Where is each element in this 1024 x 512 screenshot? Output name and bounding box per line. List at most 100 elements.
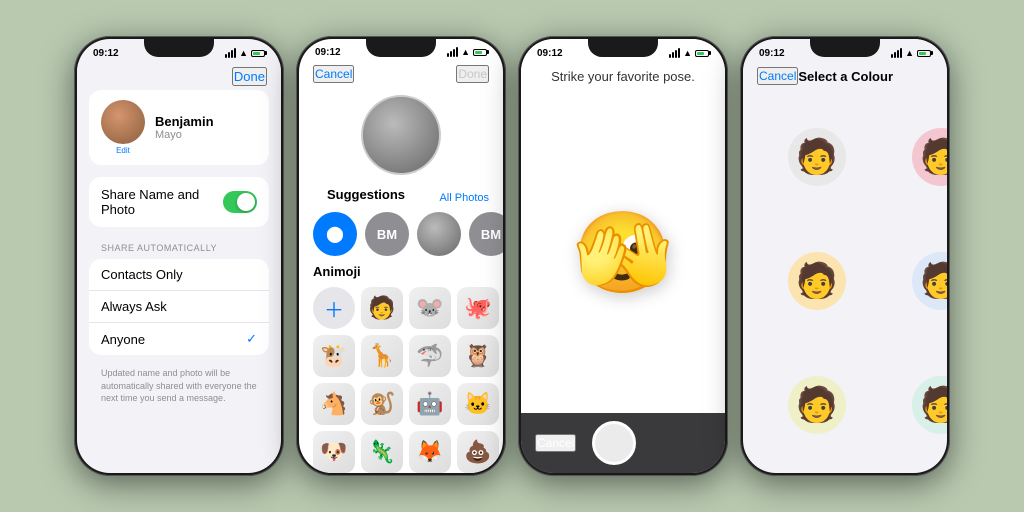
phone2-time: 09:12 xyxy=(315,47,341,58)
animoji-mouse[interactable]: 🐭 xyxy=(409,287,451,329)
checkmark-icon: ✓ xyxy=(246,331,257,347)
initials-suggestion-1[interactable]: BM xyxy=(365,212,409,256)
phone-1: 09:12 ▲ Done Edit xyxy=(74,36,284,476)
camera-icon: ⬤ xyxy=(326,224,344,244)
phone3-time: 09:12 xyxy=(537,48,563,59)
colour-item-4[interactable]: 🧑 xyxy=(883,223,947,339)
cancel-button[interactable]: Cancel xyxy=(757,67,798,85)
phone4-navbar: Cancel Select a Colour xyxy=(743,63,947,89)
avatar xyxy=(101,100,145,144)
animoji-owl[interactable]: 🦉 xyxy=(457,335,499,377)
memoji-head-1: 🧑 xyxy=(920,137,947,177)
list-section: Contacts Only Always Ask Anyone ✓ xyxy=(89,259,269,355)
phone3-screen: 09:12 ▲ Strike your favorite pose. 🫣 Can… xyxy=(521,39,725,473)
profile-sub: Mayo xyxy=(155,129,214,141)
camera-cancel-button[interactable]: Cancel xyxy=(535,434,576,452)
colour-circle-4: 🧑 xyxy=(912,252,947,310)
battery-icon xyxy=(917,50,931,57)
animoji-monkey[interactable]: 🐒 xyxy=(361,383,403,425)
colour-circle-3: 🧑 xyxy=(788,252,846,310)
phone1-status-icons: ▲ xyxy=(225,48,265,58)
share-row: Share Name and Photo xyxy=(89,177,269,227)
initials-suggestion-2[interactable]: BM xyxy=(469,212,503,256)
suggestions-title: Suggestions xyxy=(313,187,419,208)
profile-name: Benjamin xyxy=(155,114,214,129)
all-photos-link[interactable]: All Photos xyxy=(439,192,489,204)
select-colour-title: Select a Colour xyxy=(798,69,893,84)
signal-icon xyxy=(669,48,680,58)
battery-icon xyxy=(251,50,265,57)
signal-icon xyxy=(447,47,458,57)
memoji-head-7: 🧑 xyxy=(920,385,947,425)
colour-circle-0: 🧑 xyxy=(788,128,846,186)
animoji-memoji[interactable]: 🧑 xyxy=(361,287,403,329)
phone3-status-icons: ▲ xyxy=(669,48,709,58)
phone1-notch xyxy=(144,39,214,57)
animoji-robot[interactable]: 🤖 xyxy=(409,383,451,425)
animoji-cow[interactable]: 🐮 xyxy=(313,335,355,377)
colour-item-1[interactable]: 🧑 xyxy=(883,99,947,215)
animoji-shark[interactable]: 🦈 xyxy=(409,335,451,377)
avatar-large xyxy=(361,95,441,175)
anyone-label: Anyone xyxy=(101,332,145,347)
toggle-knob xyxy=(237,193,255,211)
battery-icon xyxy=(695,50,709,57)
phone2-navbar: Cancel Done xyxy=(299,61,503,87)
pose-area: 🫣 xyxy=(521,92,725,413)
shutter-button[interactable] xyxy=(592,421,636,465)
animoji-horse[interactable]: 🐴 xyxy=(313,383,355,425)
phone4-status-icons: ▲ xyxy=(891,48,931,58)
colour-item-7[interactable]: 🧑 xyxy=(883,347,947,463)
phone4-time: 09:12 xyxy=(759,48,785,59)
phone2-screen: 09:12 ▲ Cancel Done Suggestions xyxy=(299,39,503,473)
done-button[interactable]: Done xyxy=(232,67,267,86)
phone2-status-icons: ▲ xyxy=(447,47,487,57)
colour-item-0[interactable]: 🧑 xyxy=(759,99,875,215)
animoji-lizard[interactable]: 🦎 xyxy=(361,431,403,473)
pose-header: Strike your favorite pose. xyxy=(521,63,725,92)
info-text: Updated name and photo will be automatic… xyxy=(77,367,281,405)
phone1-screen: 09:12 ▲ Done Edit xyxy=(77,39,281,473)
colour-circle-6: 🧑 xyxy=(788,376,846,434)
phone4-screen: 09:12 ▲ Cancel Select a Colour 🧑 xyxy=(743,39,947,473)
list-item-always-ask[interactable]: Always Ask xyxy=(89,291,269,323)
contacts-only-label: Contacts Only xyxy=(101,267,183,282)
colour-item-6[interactable]: 🧑 xyxy=(759,347,875,463)
phone-3: 09:12 ▲ Strike your favorite pose. 🫣 Can… xyxy=(518,36,728,476)
animoji-giraffe[interactable]: 🦒 xyxy=(361,335,403,377)
camera-bar: Cancel xyxy=(521,413,725,473)
avatar-wrap: Edit xyxy=(101,100,145,155)
memoji-head-6: 🧑 xyxy=(796,385,838,425)
colour-grid: 🧑 🧑 🧑 🧑 xyxy=(743,89,947,473)
phone1-navbar: Done xyxy=(77,63,281,90)
phone3-notch xyxy=(588,39,658,57)
phone2-notch xyxy=(366,39,436,57)
memoji-head-3: 🧑 xyxy=(796,261,838,301)
animoji-add-button[interactable]: ＋ xyxy=(313,287,355,329)
share-label: Share Name and Photo xyxy=(101,187,223,217)
animoji-cat[interactable]: 🐱 xyxy=(457,383,499,425)
phone-2: 09:12 ▲ Cancel Done Suggestions xyxy=(296,36,506,476)
wifi-icon: ▲ xyxy=(239,48,248,58)
animoji-dog[interactable]: 🐶 xyxy=(313,431,355,473)
camera-suggestion[interactable]: ⬤ xyxy=(313,212,357,256)
photo-suggestion[interactable] xyxy=(417,212,461,256)
cancel-button[interactable]: Cancel xyxy=(313,65,354,83)
memoji-head-0: 🧑 xyxy=(796,137,838,177)
avatar-center xyxy=(299,95,503,175)
colour-circle-7: 🧑 xyxy=(912,376,947,434)
colour-item-3[interactable]: 🧑 xyxy=(759,223,875,339)
animoji-title: Animoji xyxy=(299,264,503,287)
done-button[interactable]: Done xyxy=(456,65,489,83)
memoji-head-4: 🧑 xyxy=(920,261,947,301)
toggle-switch[interactable] xyxy=(223,191,257,213)
phone4-notch xyxy=(810,39,880,57)
avatar-sketch xyxy=(363,97,439,173)
animoji-poop[interactable]: 💩 xyxy=(457,431,499,473)
edit-label[interactable]: Edit xyxy=(101,146,145,155)
signal-icon xyxy=(225,48,236,58)
animoji-fox[interactable]: 🦊 xyxy=(409,431,451,473)
list-item-anyone[interactable]: Anyone ✓ xyxy=(89,323,269,355)
animoji-octopus[interactable]: 🐙 xyxy=(457,287,499,329)
list-item-contacts[interactable]: Contacts Only xyxy=(89,259,269,291)
